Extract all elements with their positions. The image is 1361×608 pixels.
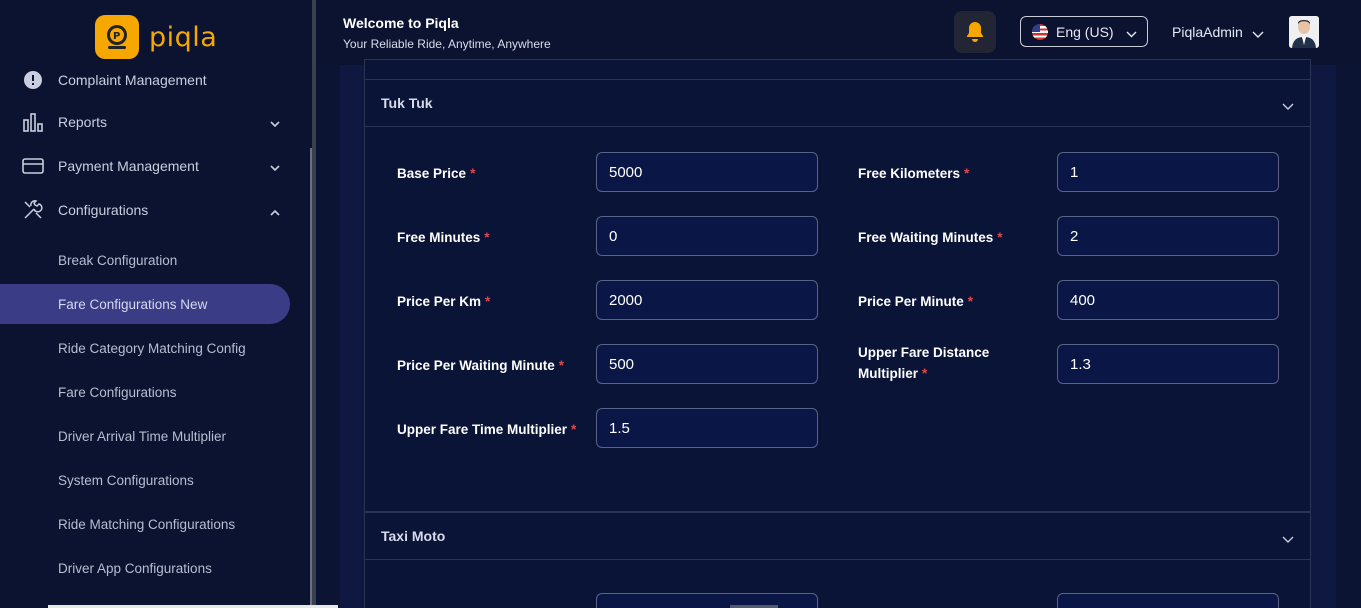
welcome-tagline: Your Reliable Ride, Anytime, Anywhere: [343, 37, 551, 51]
taxi-moto-field-input[interactable]: [596, 593, 818, 608]
price-per-waiting-minute-input[interactable]: [596, 344, 818, 384]
sidebar-subitem-fare-configurations-new[interactable]: Fare Configurations New: [0, 284, 290, 324]
sidebar-item-label: Reports: [58, 114, 108, 130]
section-title: Taxi Moto: [381, 528, 446, 544]
section-header-tuk-tuk[interactable]: Tuk Tuk: [365, 80, 1310, 127]
credit-card-icon: [20, 153, 46, 179]
chevron-down-icon: [1126, 26, 1137, 42]
language-label: Eng (US): [1056, 23, 1114, 40]
sidebar-subitem-driver-app-configurations[interactable]: Driver App Configurations: [0, 548, 290, 588]
price-per-minute-input[interactable]: [1057, 280, 1279, 320]
logo-text: piqla: [149, 21, 218, 53]
bar-chart-icon: [20, 109, 46, 135]
free-minutes-input[interactable]: [596, 216, 818, 256]
logo-icon: P: [95, 15, 139, 59]
field-label-price-per-km: Price Per Km *: [397, 294, 491, 309]
sidebar-subitem-fare-configurations[interactable]: Fare Configurations: [0, 372, 290, 412]
field-label-price-per-minute: Price Per Minute *: [858, 294, 974, 309]
us-flag-icon: [1032, 23, 1048, 40]
sidebar: P piqla Complaint Management Reports Pay…: [0, 0, 312, 608]
free-kilometers-input[interactable]: [1057, 152, 1279, 192]
section-tuk-tuk: Tuk Tuk Base Price* Free Kilometers* Fre…: [364, 59, 1311, 512]
sidebar-item-label: Payment Management: [58, 158, 199, 174]
chevron-down-icon[interactable]: [1252, 26, 1264, 44]
svg-text:P: P: [113, 31, 120, 42]
sidebar-subitem-driver-arrival-time-multiplier[interactable]: Driver Arrival Time Multiplier: [0, 416, 290, 456]
top-header: Welcome to Piqla Your Reliable Ride, Any…: [316, 0, 1361, 65]
sidebar-item-label: Complaint Management: [58, 72, 207, 88]
field-label-price-per-waiting-minute: Price Per Waiting Minute *: [397, 358, 565, 373]
chevron-down-icon[interactable]: [1282, 98, 1294, 114]
chevron-up-icon: [270, 203, 280, 219]
upper-fare-time-multiplier-input[interactable]: [596, 408, 818, 448]
sidebar-item-payment-management[interactable]: Payment Management: [20, 146, 290, 186]
free-waiting-minutes-input[interactable]: [1057, 216, 1279, 256]
user-menu-name[interactable]: PiqlaAdmin: [1172, 24, 1243, 40]
field-label-base-price: Base Price *: [397, 166, 476, 181]
sidebar-subitem-ride-matching-configurations[interactable]: Ride Matching Configurations: [0, 504, 290, 544]
notifications-button[interactable]: [954, 11, 996, 53]
sidebar-item-reports[interactable]: Reports: [20, 102, 290, 142]
tools-icon: [20, 197, 46, 223]
main-content: Tuk Tuk Base Price* Free Kilometers* Fre…: [340, 59, 1336, 608]
chevron-down-icon: [270, 115, 280, 131]
section-title: Tuk Tuk: [381, 95, 433, 111]
field-label-upper-fare-time-multiplier: Upper Fare Time Multiplier *: [397, 422, 577, 437]
language-select[interactable]: Eng (US): [1020, 16, 1148, 47]
upper-fare-distance-multiplier-input[interactable]: [1057, 344, 1279, 384]
sidebar-item-configurations[interactable]: Configurations: [20, 190, 290, 230]
sidebar-divider: [312, 0, 316, 608]
sidebar-item-label: Configurations: [58, 202, 149, 218]
sidebar-subitem-system-configurations[interactable]: System Configurations: [0, 460, 290, 500]
sidebar-subitem-ride-category-matching-config[interactable]: Ride Category Matching Config: [0, 328, 290, 368]
field-label-free-waiting-minutes: Free Waiting Minutes *: [858, 230, 1003, 245]
price-per-km-input[interactable]: [596, 280, 818, 320]
welcome-title: Welcome to Piqla: [343, 15, 459, 31]
chevron-down-icon[interactable]: [1282, 531, 1294, 547]
field-label-free-kilometers: Free Kilometers *: [858, 166, 970, 181]
section-header-taxi-moto[interactable]: Taxi Moto: [365, 513, 1310, 560]
alert-circle-icon: [20, 67, 46, 93]
base-price-input[interactable]: [596, 152, 818, 192]
sidebar-subitem-break-configuration[interactable]: Break Configuration: [0, 240, 290, 280]
sidebar-item-complaint-management[interactable]: Complaint Management: [20, 60, 290, 100]
section-taxi-moto: Taxi Moto: [364, 512, 1311, 608]
taxi-moto-field-input[interactable]: [1057, 593, 1279, 608]
avatar[interactable]: [1289, 16, 1319, 48]
field-label-upper-fare-distance-multiplier: Upper Fare Distance Multiplier *: [858, 345, 990, 381]
logo[interactable]: P piqla: [95, 15, 217, 59]
bell-icon: [967, 22, 983, 42]
field-label-free-minutes: Free Minutes *: [397, 230, 490, 245]
chevron-down-icon: [270, 159, 280, 175]
